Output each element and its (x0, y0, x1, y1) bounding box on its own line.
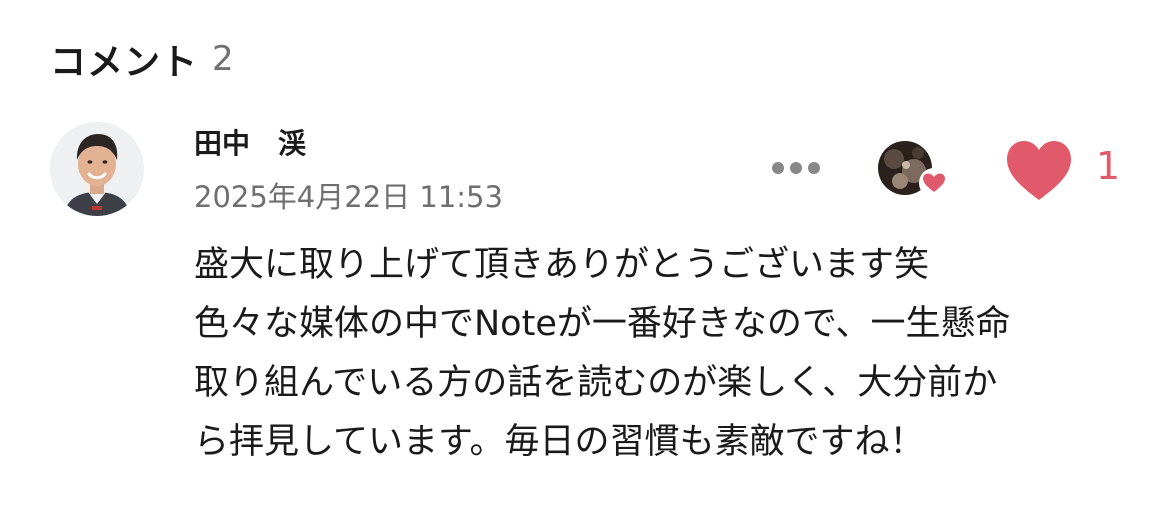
heart-icon (1007, 141, 1071, 200)
comment-text-line: 色々な媒体の中でNoteが一番好きなので、一生懸命 (194, 304, 1011, 344)
comments-title: コメント (50, 42, 199, 83)
comments-header: コメント 2 (50, 34, 234, 84)
comment-text-line: 盛大に取り上げて頂きありがとうございます笑 (194, 245, 930, 285)
comment-timestamp: 2025年4月22日 11:53 (194, 180, 503, 214)
avatar-photo-icon (50, 122, 144, 216)
comments-count: 2 (212, 39, 234, 79)
comment-text-line: 取り組んでいる方の話を読むのが楽しく、大分前か (194, 363, 998, 403)
liker-heart-icon (918, 167, 950, 199)
like-button[interactable] (1002, 138, 1076, 204)
author-name[interactable]: 田中 渓 (194, 122, 306, 162)
comment-body: 盛大に取り上げて頂きありがとうございます笑 色々な媒体の中でNoteが一番好きな… (194, 236, 1134, 472)
more-dots-icon (772, 162, 820, 174)
author-avatar[interactable] (50, 122, 144, 216)
comment-text-line: ら拝見しています。毎日の習慣も素敵ですね！ (194, 422, 925, 462)
like-count[interactable]: 1 (1096, 144, 1120, 188)
more-options-button[interactable] (764, 146, 828, 190)
liked-by-avatar[interactable] (878, 141, 952, 199)
